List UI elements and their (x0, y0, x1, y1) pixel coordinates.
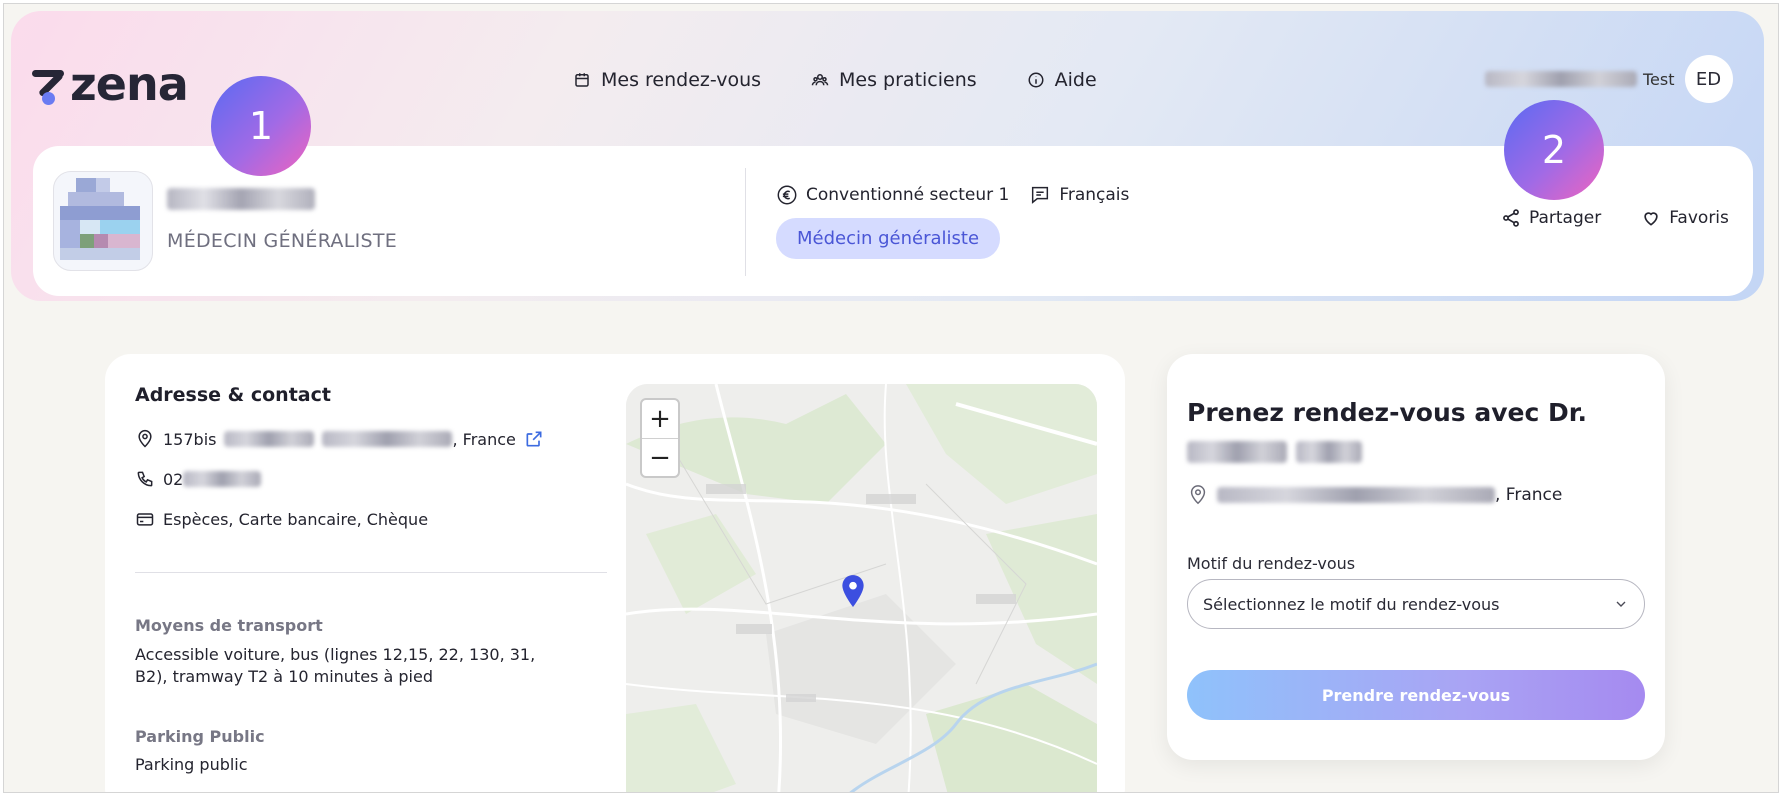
phone-prefix: 02 (163, 469, 184, 489)
specialty-tag: Médecin généraliste (776, 218, 1001, 259)
location-map[interactable]: + − (626, 384, 1097, 792)
motif-select[interactable]: Sélectionnez le motif du rendez-vous (1187, 579, 1645, 629)
divider (135, 572, 607, 573)
address-prefix: 157bis (163, 429, 217, 449)
redacted-doctor-name (1187, 441, 1287, 463)
redacted-address (1217, 487, 1495, 503)
user-last-name: Test (1643, 69, 1675, 89)
booking-title-prefix: Prenez rendez-vous avec Dr. (1187, 398, 1587, 427)
booking-address-suffix: , France (1495, 485, 1563, 505)
location-pin-icon (1190, 485, 1206, 505)
nav-label: Mes praticiens (839, 69, 977, 91)
address-row: 157bis , France (135, 429, 544, 449)
profile-actions: Partager Favoris (1501, 208, 1729, 228)
section-title: Adresse & contact (135, 384, 331, 406)
redacted-phone (183, 471, 262, 487)
booking-title: Prenez rendez-vous avec Dr. (1187, 394, 1627, 470)
nav-aide[interactable]: Aide (1027, 69, 1097, 91)
heart-icon (1644, 212, 1658, 226)
payment-row: Espèces, Carte bancaire, Chèque (135, 509, 428, 529)
doctor-profile-card: MÉDECIN GÉNÉRALISTE Conventionné secteur… (33, 146, 1753, 296)
language-label: Français (1059, 185, 1130, 205)
share-button[interactable]: Partager (1501, 208, 1601, 228)
address-contact-card: Adresse & contact 157bis , France 02 Esp… (105, 354, 1125, 792)
doctor-specialty: MÉDECIN GÉNÉRALISTE (167, 230, 398, 252)
map-pin-icon[interactable] (840, 574, 866, 608)
transport-label: Moyens de transport (135, 616, 323, 635)
booking-card: Prenez rendez-vous avec Dr. , France Mot… (1167, 354, 1665, 760)
doctor-info-row: Conventionné secteur 1 Français (776, 184, 1129, 206)
motif-label: Motif du rendez-vous (1187, 554, 1356, 573)
nav-label: Aide (1054, 69, 1097, 91)
language-info: Français (1029, 184, 1129, 206)
info-icon (1028, 72, 1044, 88)
book-appointment-button[interactable]: Prendre rendez-vous (1187, 670, 1645, 720)
payment-methods: Espèces, Carte bancaire, Chèque (163, 509, 429, 529)
people-icon (811, 74, 829, 86)
user-menu[interactable]: Test ED (1485, 55, 1733, 103)
user-name: Test (1485, 70, 1675, 89)
step-badge-1: 1 (211, 76, 311, 176)
nav-mes-rendez-vous[interactable]: Mes rendez-vous (573, 69, 761, 91)
redacted-street (224, 431, 315, 447)
zoom-in-button[interactable]: + (642, 400, 678, 438)
nav-label: Mes rendez-vous (601, 69, 762, 91)
doctor-name-redacted (167, 188, 315, 214)
main-nav: Mes rendez-vous Mes praticiens Aide (573, 69, 1097, 91)
transport-text: Accessible voiture, bus (lignes 12,15, 2… (135, 645, 536, 686)
doctor-photo (53, 171, 153, 271)
convention-info: Conventionné secteur 1 (776, 184, 1009, 206)
redacted-city (322, 431, 453, 447)
brand-name: zena (70, 57, 189, 111)
zena-logo[interactable]: zena (30, 57, 189, 111)
browser-viewport: zena Mes rendez-vous Mes praticiens Aide… (3, 3, 1779, 793)
phone-row: 02 (135, 469, 262, 489)
redacted-first-name (1485, 71, 1637, 87)
favorites-button[interactable]: Favoris (1641, 208, 1729, 228)
booking-address: , France (1187, 484, 1562, 506)
divider (745, 168, 746, 276)
parking-text: Parking public (135, 755, 248, 774)
euro-icon (777, 185, 797, 205)
share-label: Partager (1529, 208, 1602, 228)
address-suffix: , France (452, 429, 516, 449)
zoom-out-button[interactable]: − (642, 438, 678, 476)
chat-icon (1032, 186, 1049, 204)
calendar-icon (575, 73, 589, 87)
step-badge-2: 2 (1504, 100, 1604, 200)
phone-icon (137, 471, 153, 487)
redacted-doctor-name (1295, 441, 1362, 463)
credit-card-icon (136, 513, 154, 526)
favorites-label: Favoris (1669, 208, 1729, 228)
parking-label: Parking Public (135, 727, 265, 746)
motif-placeholder: Sélectionnez le motif du rendez-vous (1203, 594, 1500, 614)
share-icon (1503, 209, 1519, 227)
chevron-down-icon (1616, 601, 1626, 607)
nav-mes-praticiens[interactable]: Mes praticiens (811, 69, 977, 91)
convention-label: Conventionné secteur 1 (806, 185, 1010, 205)
zena-logo-icon (30, 64, 66, 105)
avatar[interactable]: ED (1684, 55, 1733, 103)
location-pin-icon (138, 429, 152, 448)
external-link-icon[interactable] (524, 429, 544, 449)
map-zoom-controls: + − (640, 398, 680, 478)
